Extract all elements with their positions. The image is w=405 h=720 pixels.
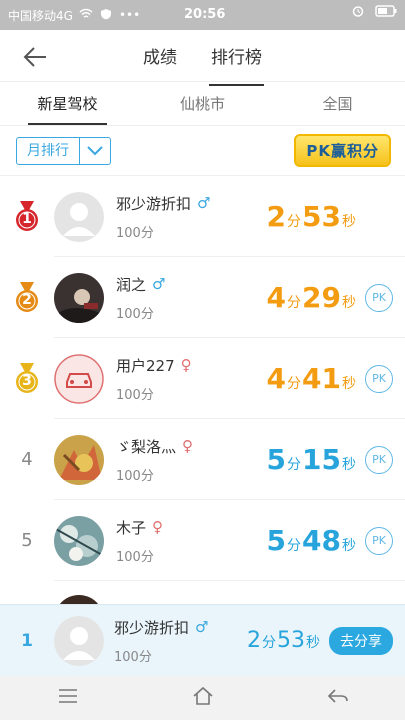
scope-tabs: 新星驾校 仙桃市 全国 (0, 82, 405, 126)
medal-red-icon: 1 (14, 200, 40, 233)
female-icon: ♀ (180, 356, 192, 374)
back-nav-icon[interactable] (327, 688, 349, 708)
rank-number: 4 (21, 449, 33, 470)
my-rank: 1 (21, 630, 33, 651)
user-score: 100分 (116, 387, 154, 403)
my-ranking-bar: 1 邪少游折扣 ♂ 100分 2 分 53 秒 去分享 (0, 604, 405, 676)
female-icon: ♀ (152, 518, 164, 536)
subtab-national[interactable]: 全国 (270, 82, 405, 125)
battery-icon (375, 5, 397, 20)
tab-ranking[interactable]: 排行榜 (209, 37, 264, 86)
user-name: 木子 (116, 518, 147, 537)
exam-time: 5 分 15 秒 (266, 443, 356, 476)
pk-button[interactable]: PK (365, 445, 393, 474)
exam-time: 5 分 48 秒 (266, 524, 356, 557)
user-name: 邪少游折扣 (116, 194, 192, 213)
arrow-left-icon (23, 47, 46, 67)
avatar[interactable] (54, 272, 104, 323)
tab-scores[interactable]: 成绩 (143, 37, 177, 74)
shield-icon (99, 8, 113, 23)
rank-number: 2 (22, 291, 32, 308)
subtab-school[interactable]: 新星驾校 (0, 82, 135, 125)
share-button[interactable]: 去分享 (329, 626, 393, 655)
user-score: 100分 (116, 225, 154, 241)
chevron-down-icon (80, 145, 110, 156)
user-score: 100分 (116, 468, 154, 484)
exam-time: 2 分 53 秒 (266, 200, 356, 233)
carrier-label: 中国移动4G (8, 8, 73, 23)
my-name: 邪少游折扣 (114, 618, 190, 637)
rank-number: 3 (22, 372, 32, 389)
wifi-icon (79, 8, 93, 23)
clock: 20:56 (184, 7, 226, 22)
list-item[interactable]: 2 润之 ♂ 100分 4 分 29 秒 PK (0, 257, 405, 338)
list-item[interactable]: 1 邪少游折扣 ♂ 100分 2 分 53 秒 (0, 176, 405, 257)
avatar[interactable] (54, 191, 104, 242)
avatar[interactable] (54, 434, 104, 485)
exam-time: 4 分 41 秒 (266, 362, 356, 395)
avatar[interactable] (54, 515, 104, 566)
male-icon: ♂ (197, 194, 211, 212)
rank-number: 1 (22, 210, 32, 227)
list-item[interactable]: 4 ゞ梨洛灬 ♀ 100分 5 分 15 秒 PK (0, 419, 405, 500)
exam-time: 4 分 29 秒 (266, 281, 356, 314)
app-header: 成绩 排行榜 (0, 30, 405, 86)
list-item[interactable]: 5 木子 ♀ 100分 5 分 48 秒 PK (0, 500, 405, 581)
pk-button[interactable]: PK (365, 526, 393, 555)
avatar[interactable] (54, 353, 104, 404)
medal-yellow-icon: 3 (14, 362, 40, 395)
male-icon: ♂ (152, 275, 166, 293)
my-exam-time: 2 分 53 秒 (247, 628, 320, 653)
status-bar: 中国移动4G ••• 20:56 (0, 0, 405, 30)
menu-icon[interactable] (57, 688, 79, 708)
subtab-city[interactable]: 仙桃市 (135, 82, 270, 125)
rank-number: 5 (21, 530, 33, 551)
user-name: ゞ梨洛灬 (116, 437, 177, 456)
home-icon[interactable] (192, 686, 214, 710)
user-score: 100分 (116, 306, 154, 322)
male-icon: ♂ (195, 618, 209, 636)
system-nav-bar (0, 676, 405, 720)
user-name: 用户227 (116, 356, 175, 375)
filter-bar: 月排行 PK赢积分 (0, 126, 405, 176)
pk-button[interactable]: PK (365, 364, 393, 393)
female-icon: ♀ (182, 437, 194, 455)
user-score: 100分 (116, 549, 154, 565)
period-label: 月排行 (17, 137, 80, 164)
pk-button[interactable]: PK (365, 283, 393, 312)
user-name: 润之 (116, 275, 147, 294)
my-avatar[interactable] (54, 615, 104, 666)
back-button[interactable] (20, 42, 50, 72)
period-dropdown[interactable]: 月排行 (16, 136, 111, 165)
my-score: 100分 (114, 649, 152, 665)
pk-promo-badge[interactable]: PK赢积分 (294, 134, 391, 167)
alarm-icon (351, 5, 365, 20)
ranking-list: 1 邪少游折扣 ♂ 100分 2 分 53 秒 2 润之 ♂ 100分 4 分 … (0, 176, 405, 608)
medal-orange-icon: 2 (14, 281, 40, 314)
more-dots-icon: ••• (118, 8, 141, 22)
list-item[interactable]: 3 用户227 ♀ 100分 4 分 41 秒 PK (0, 338, 405, 419)
